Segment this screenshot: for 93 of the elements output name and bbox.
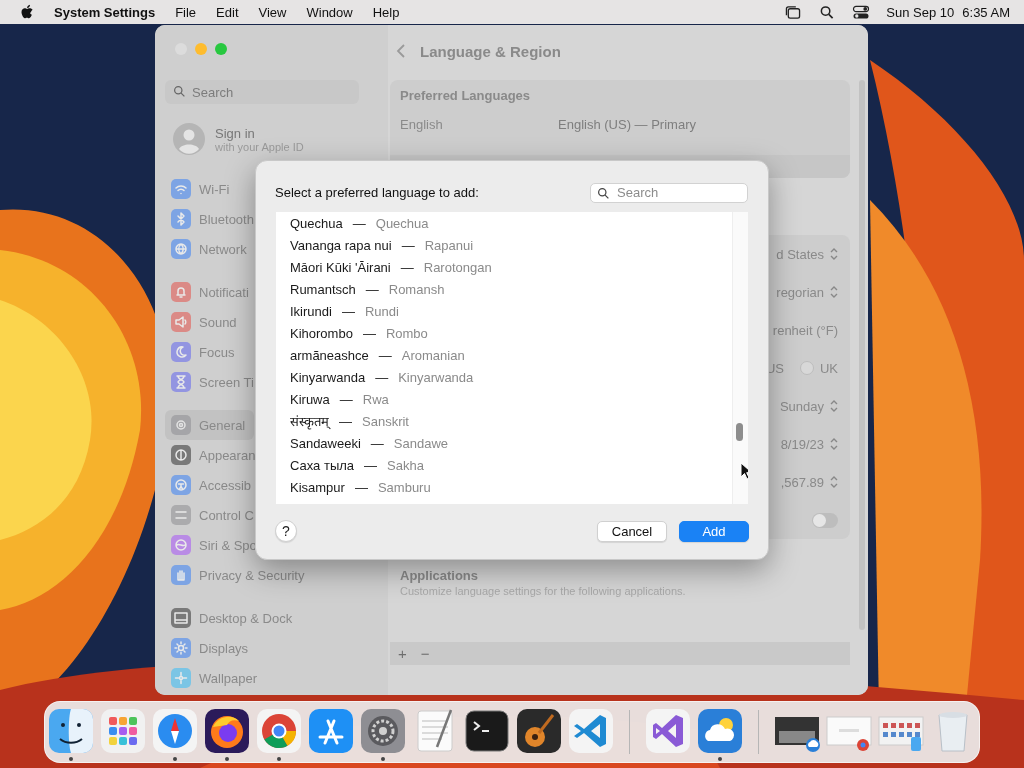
hourglass-icon — [171, 372, 191, 392]
bluetooth-icon — [171, 209, 191, 229]
popup-value[interactable]: d States — [776, 246, 824, 262]
cancel-button[interactable]: Cancel — [597, 520, 667, 542]
menu-item[interactable]: Window — [306, 4, 353, 20]
section-heading: Preferred Languages — [399, 87, 532, 103]
list-button[interactable]: − — [418, 645, 432, 662]
compass-icon[interactable] — [151, 707, 199, 755]
sidebar-item[interactable]: Sound — [165, 307, 243, 337]
speaker-icon — [171, 312, 191, 332]
sidebar-item[interactable]: Wi-Fi — [165, 174, 236, 204]
dock-icon — [171, 608, 191, 628]
language-option[interactable]: Vananga rapa nui — Rapanui — [290, 234, 732, 256]
wifi-icon — [171, 179, 191, 199]
app-menu[interactable]: System Settings — [54, 4, 156, 20]
search-field[interactable]: Search — [165, 80, 359, 104]
sidebar-item[interactable]: Displays — [165, 633, 255, 663]
sidebar-item[interactable]: Desktop & Dock — [165, 603, 299, 633]
sidebar-item[interactable]: Wallpaper — [165, 663, 264, 693]
hand-icon — [171, 565, 191, 585]
section-heading: Applications — [400, 568, 479, 583]
gear-icon — [171, 415, 191, 435]
language-option[interactable]: Māori Kūki 'Āirani — Rarotongan — [290, 256, 732, 278]
fox-globe-icon[interactable] — [203, 707, 251, 755]
moon-icon — [171, 342, 191, 362]
sidebar-item[interactable]: Notificati — [165, 277, 255, 307]
menu-bar-date[interactable]: Sun Sep 10 — [886, 4, 955, 20]
apple-logo-icon[interactable] — [20, 4, 34, 20]
sidebar-item[interactable]: Network — [165, 234, 253, 264]
language-option[interactable]: Sandaweeki — Sandawe — [290, 432, 732, 454]
search-icon — [597, 186, 610, 200]
gear-icon[interactable] — [359, 707, 407, 755]
popup-value[interactable]: ,567.89 — [780, 474, 824, 490]
add-button[interactable]: Add — [679, 520, 749, 542]
language-option[interactable]: Саха тыла — Sakha — [290, 454, 732, 476]
dot-grid-icon[interactable] — [99, 707, 147, 755]
search-icon — [173, 85, 186, 98]
control-centre-icon[interactable] — [852, 4, 871, 20]
sidebar-item[interactable]: Accessib — [165, 470, 258, 500]
sign-in-label[interactable]: Sign in — [215, 125, 304, 141]
up-down-chevron-icon[interactable] — [830, 247, 838, 261]
language-detail: English (US) — Primary — [558, 117, 696, 132]
language-option[interactable]: संस्कृतम् — Sanskrit — [290, 410, 732, 432]
menu-item[interactable]: Help — [372, 4, 400, 20]
up-down-chevron-icon[interactable] — [830, 475, 838, 489]
windows-icon[interactable] — [784, 4, 803, 20]
page-title: Language & Region — [420, 42, 561, 60]
person-icon — [171, 475, 191, 495]
sidebar-item[interactable]: General — [165, 410, 254, 440]
cloud-icon[interactable] — [696, 707, 744, 755]
language-option[interactable]: Kinyarwanda — Kinyarwanda — [290, 366, 732, 388]
menu-item[interactable]: Edit — [216, 4, 239, 20]
pencils-icon[interactable] — [307, 707, 355, 755]
terminal-icon[interactable] — [463, 707, 511, 755]
orb-icon — [171, 535, 191, 555]
menu-bar-time[interactable]: 6:35 AM — [962, 4, 1010, 20]
setting-value: renheit (°F) — [772, 322, 838, 338]
sun-icon — [171, 638, 191, 658]
language-option[interactable]: Rumantsch — Romansh — [290, 278, 732, 300]
menu-item[interactable]: File — [175, 4, 197, 20]
radio-button[interactable] — [799, 361, 814, 375]
up-down-chevron-icon[interactable] — [830, 399, 838, 413]
infinity-ribbon-icon[interactable] — [644, 707, 692, 755]
language-option[interactable]: Kihorombo — Rombo — [290, 322, 732, 344]
ring-icon[interactable] — [255, 707, 303, 755]
menu-item[interactable]: View — [258, 4, 287, 20]
search-field[interactable]: Search — [590, 182, 748, 203]
up-down-chevron-icon[interactable] — [830, 437, 838, 451]
popup-value[interactable]: regorian — [776, 284, 824, 300]
guitar-icon[interactable] — [515, 707, 563, 755]
sidebar-item[interactable]: Focus — [165, 337, 241, 367]
language-option[interactable]: Ikirundi — Rundi — [290, 300, 732, 322]
sidebar-item[interactable]: Privacy & Security — [165, 560, 311, 590]
popup-value[interactable]: 8/19/23 — [780, 436, 824, 452]
radio-label[interactable]: UK — [819, 360, 838, 376]
language-option[interactable]: Quechua — Quechua — [290, 212, 732, 234]
dialog-title: Select a preferred language to add: — [275, 185, 479, 200]
help-button[interactable]: ? — [275, 520, 297, 542]
scrollbar-thumb[interactable] — [736, 423, 743, 441]
toggle-switch[interactable] — [812, 512, 838, 528]
popup-value[interactable]: Sunday — [779, 398, 824, 414]
list-button[interactable]: + — [396, 645, 409, 662]
bell-icon — [171, 282, 191, 302]
language-name[interactable]: English — [400, 117, 558, 132]
smiling-face-icon[interactable] — [47, 707, 95, 755]
globe-icon — [171, 239, 191, 259]
language-option[interactable]: Kiruwa — Rwa — [290, 388, 732, 410]
language-option[interactable]: armãneashce — Aromanian — [290, 344, 732, 366]
flower-icon — [171, 668, 191, 688]
toggles-icon — [171, 505, 191, 525]
back-chevron-icon[interactable] — [396, 43, 406, 59]
up-down-chevron-icon[interactable] — [830, 285, 838, 299]
language-option[interactable]: Kisampur — Samburu — [290, 476, 732, 498]
